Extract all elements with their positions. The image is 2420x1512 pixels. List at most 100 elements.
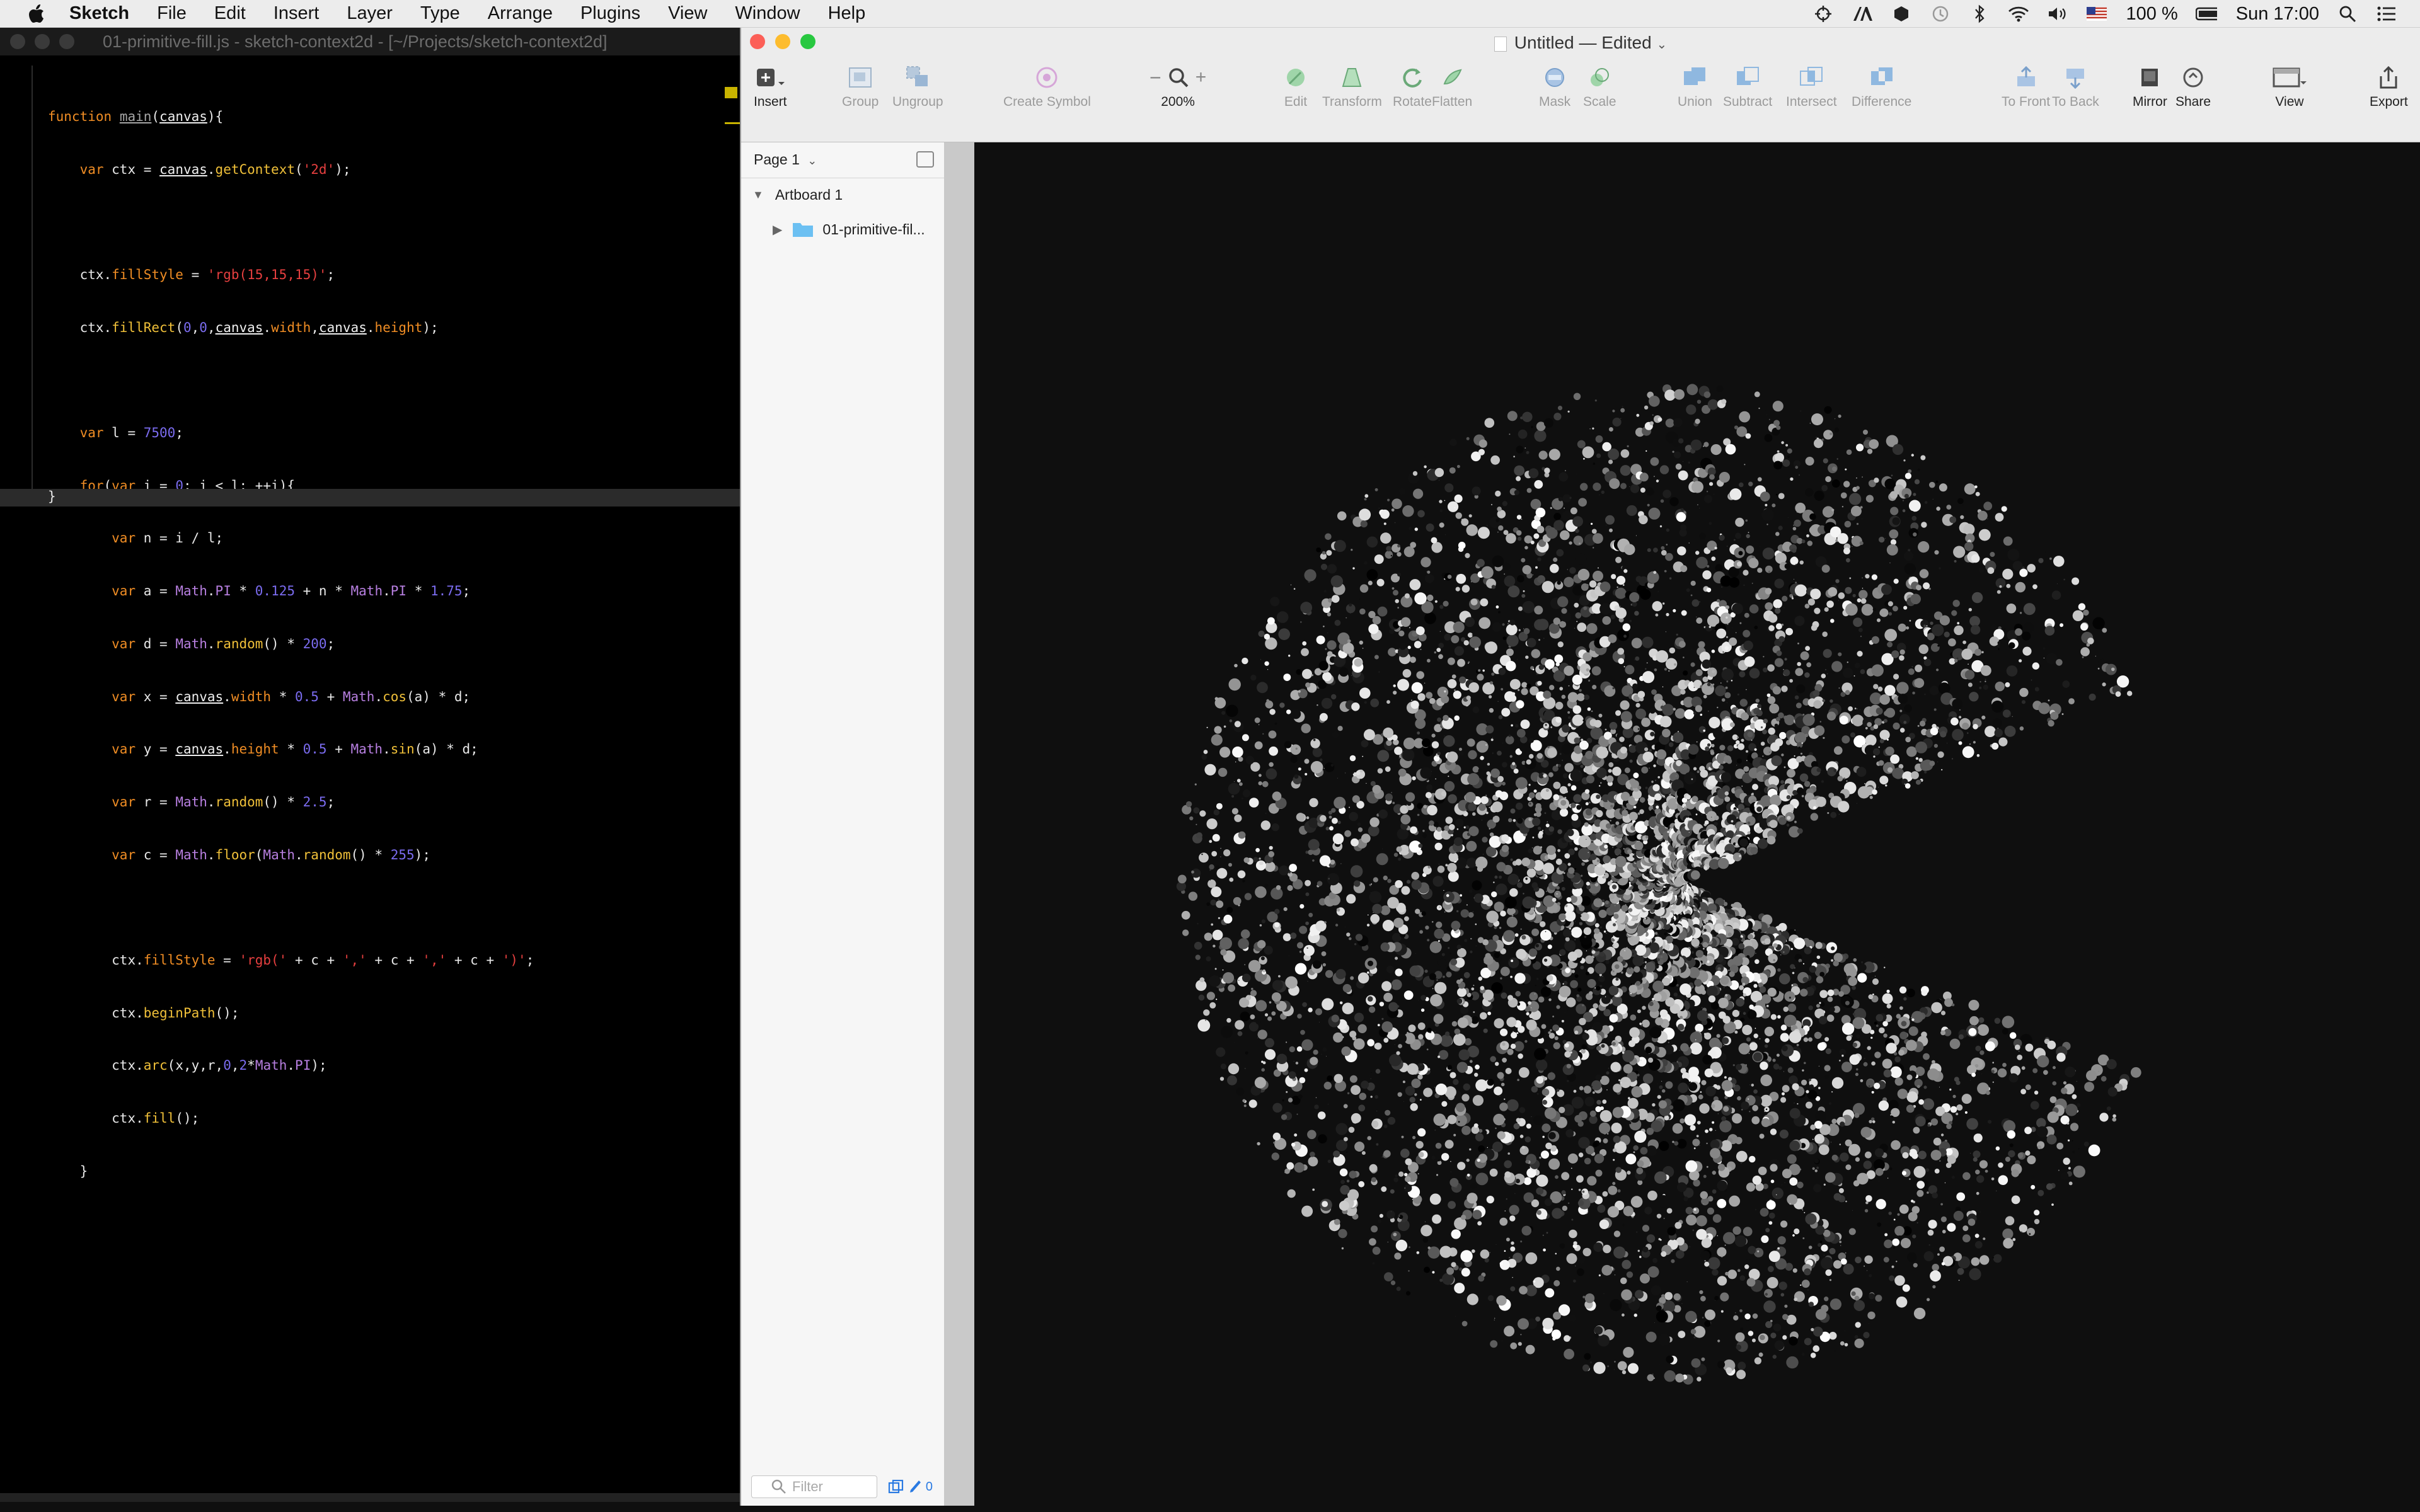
editor-zoom-button[interactable]	[59, 34, 74, 49]
bluetooth-icon[interactable]	[1969, 4, 1990, 23]
menu-app-name[interactable]: Sketch	[69, 3, 129, 24]
subtract-button[interactable]: Subtract	[1723, 60, 1772, 110]
particle-dot	[1545, 931, 1547, 932]
particle-dot	[1595, 1169, 1603, 1177]
disclosure-open-icon[interactable]: ▼	[752, 188, 764, 202]
layer-filter-field[interactable]: Filter	[751, 1475, 877, 1498]
intersect-button[interactable]: Intersect	[1786, 60, 1837, 110]
us-flag-icon[interactable]	[2086, 4, 2107, 23]
battery-icon[interactable]	[2195, 4, 2217, 23]
particle-dot	[1911, 1017, 1913, 1019]
to-back-button[interactable]: To Back	[2052, 60, 2099, 110]
zoom-in-icon[interactable]: +	[1196, 67, 1207, 88]
to-front-button[interactable]: To Front	[2002, 60, 2050, 110]
particle-dot	[1265, 700, 1274, 709]
particle-dot	[1234, 814, 1242, 822]
share-button[interactable]: Share	[2175, 60, 2211, 110]
particle-dot	[1262, 969, 1266, 973]
insert-button[interactable]: Insert	[754, 60, 787, 110]
particle-dot	[1603, 1138, 1608, 1143]
particle-dot	[1743, 1023, 1744, 1024]
mask-button[interactable]: Mask	[1539, 60, 1570, 110]
artboard-canvas[interactable]	[974, 142, 2420, 1506]
particle-dot	[1206, 902, 1210, 906]
code-token: ,	[231, 1058, 239, 1074]
menu-type[interactable]: Type	[420, 3, 460, 24]
menu-insert[interactable]: Insert	[274, 3, 320, 24]
editor-minimize-button[interactable]	[35, 34, 50, 49]
particle-dot	[1584, 1353, 1591, 1360]
transform-button[interactable]: Transform	[1322, 60, 1382, 110]
menubar-clock[interactable]: Sun 17:00	[2236, 4, 2319, 25]
particle-dot	[1621, 1077, 1627, 1083]
battery-percent[interactable]: 100 %	[2126, 4, 2178, 25]
scale-button[interactable]: Scale	[1583, 60, 1616, 110]
ungroup-button[interactable]: Ungroup	[892, 60, 943, 110]
volume-icon[interactable]	[2047, 4, 2068, 23]
menu-file[interactable]: File	[157, 3, 187, 24]
canvas-area[interactable]	[945, 142, 2420, 1506]
chevron-down-icon: ⌄	[1656, 38, 1668, 52]
edit-button[interactable]: Edit	[1283, 60, 1308, 110]
union-button[interactable]: Union	[1678, 60, 1712, 110]
particle-dot	[1823, 1254, 1825, 1256]
dropbox-icon[interactable]	[1891, 4, 1912, 23]
spotlight-search-icon[interactable]	[2337, 4, 2358, 23]
flatten-button[interactable]: Flatten	[1432, 60, 1472, 110]
crosshair-icon[interactable]	[1812, 4, 1834, 23]
export-button[interactable]: Export	[2370, 60, 2408, 110]
particle-dot	[1599, 1110, 1612, 1123]
time-machine-icon[interactable]	[1930, 4, 1951, 23]
document-title[interactable]: Untitled — Edited ⌄	[741, 33, 2420, 53]
zoom-control[interactable]: − + 200%	[1150, 60, 1206, 110]
menu-view[interactable]: View	[668, 3, 707, 24]
difference-button[interactable]: Difference	[1852, 60, 1911, 110]
particle-dot	[1607, 1206, 1619, 1218]
disclosure-closed-icon[interactable]: ▶	[773, 222, 782, 238]
particle-dot	[1693, 1179, 1700, 1187]
create-symbol-button[interactable]: Create Symbol	[1003, 60, 1091, 110]
menu-window[interactable]: Window	[735, 3, 800, 24]
layers-stack-icon[interactable]	[888, 1479, 904, 1494]
particle-dot	[2027, 1227, 2035, 1236]
apple-icon[interactable]	[25, 3, 48, 25]
notification-center-icon[interactable]	[2376, 4, 2397, 23]
code-token: Math	[263, 847, 295, 862]
adobe-icon[interactable]	[1852, 4, 1873, 23]
particle-dot	[1710, 1140, 1720, 1149]
particle-dot	[1894, 1275, 1905, 1286]
particle-dot	[1610, 1299, 1622, 1312]
particle-dot	[1702, 942, 1708, 948]
menu-plugins[interactable]: Plugins	[580, 3, 640, 24]
layer-artboard[interactable]: ▼ Artboard 1	[752, 186, 843, 203]
particle-dot	[1744, 1313, 1751, 1320]
particle-dot	[1560, 808, 1569, 817]
particle-dot	[1492, 813, 1495, 817]
rotate-button[interactable]: Rotate	[1393, 60, 1432, 110]
particle-dot	[1821, 1244, 1828, 1252]
code-token: }	[79, 1163, 88, 1179]
particle-dot	[1678, 1082, 1688, 1093]
particle-dot	[1443, 890, 1444, 891]
mirror-button[interactable]: Mirror	[2133, 60, 2167, 110]
pages-toggle-icon[interactable]	[916, 151, 934, 168]
brush-icon[interactable]	[908, 1479, 922, 1494]
code-text[interactable]: function main(canvas){ var ctx = canvas.…	[48, 73, 534, 1216]
particle-dot	[1271, 823, 1279, 832]
particle-dot	[1344, 1137, 1348, 1142]
menu-arrange[interactable]: Arrange	[488, 3, 553, 24]
code-token: =	[215, 953, 239, 968]
particle-dot	[1587, 979, 1596, 988]
menu-help[interactable]: Help	[828, 3, 866, 24]
wifi-icon[interactable]	[2008, 4, 2029, 23]
zoom-out-icon[interactable]: −	[1150, 66, 1161, 89]
page-selector[interactable]: Page 1 ⌄	[754, 151, 817, 168]
menu-edit[interactable]: Edit	[214, 3, 246, 24]
view-button[interactable]: View	[2273, 60, 2307, 110]
menu-layer[interactable]: Layer	[347, 3, 393, 24]
particle-dot	[1856, 1034, 1860, 1039]
particle-dot	[1991, 1177, 1995, 1181]
layer-group[interactable]: ▶ 01-primitive-fil...	[741, 215, 944, 243]
group-button[interactable]: Group	[842, 60, 879, 110]
editor-close-button[interactable]	[10, 34, 25, 49]
